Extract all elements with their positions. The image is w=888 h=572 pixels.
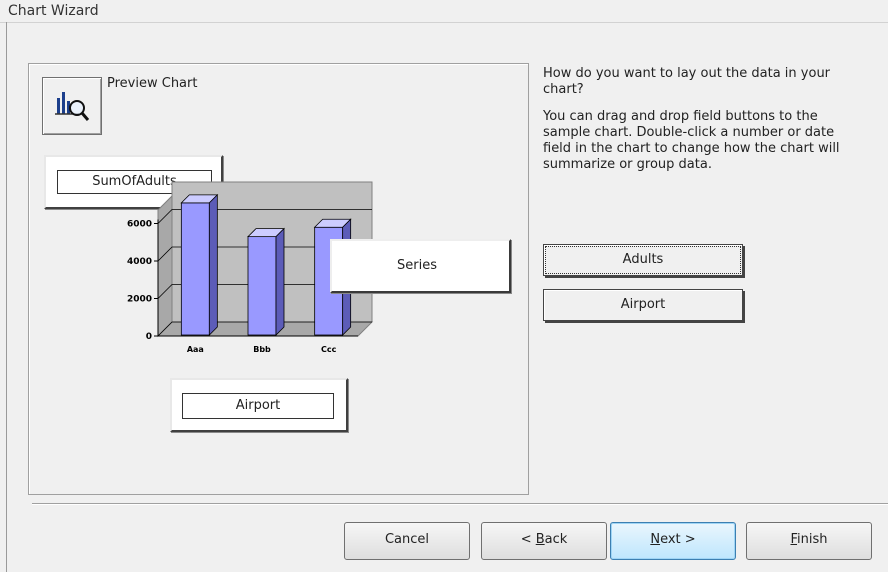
window-frame: [6, 22, 7, 572]
back-button-accesskey: B: [535, 532, 545, 547]
finish-button[interactable]: Finish: [746, 522, 872, 560]
field-button-label: Airport: [620, 297, 666, 312]
preview-chart-label: Preview Chart: [107, 76, 198, 91]
field-button-adults[interactable]: Adults: [543, 244, 743, 276]
instruction-help: You can drag and drop field buttons to t…: [543, 109, 840, 172]
chart-bar: [247, 236, 277, 336]
next-button[interactable]: Next >: [610, 522, 736, 560]
y-tick-label: 6000: [127, 220, 152, 230]
back-button-prefix: <: [520, 532, 536, 547]
instructions: How do you want to lay out the data in y…: [543, 66, 858, 184]
axis-field-button[interactable]: Airport: [182, 393, 334, 419]
x-category-label: Aaa: [187, 345, 204, 354]
chart-bar-side: [208, 193, 218, 336]
instruction-question: How do you want to lay out the data in y…: [543, 66, 831, 97]
separator: [32, 503, 888, 505]
y-tick-label: 2000: [127, 295, 152, 305]
cancel-button-label: Cancel: [384, 532, 430, 547]
series-field-label: Series: [397, 258, 437, 273]
chart-preview-icon: [55, 92, 90, 121]
y-tick-label: 0: [146, 332, 152, 342]
back-button-label: ack: [544, 532, 568, 547]
series-field-dropzone[interactable]: Series: [330, 239, 511, 293]
chart-bar: [180, 202, 210, 336]
axis-field-dropzone[interactable]: Airport: [170, 378, 348, 432]
chart-bar-side: [275, 227, 285, 336]
field-button-airport[interactable]: Airport: [543, 289, 743, 321]
preview-chart-button[interactable]: [42, 77, 102, 135]
title-bar: Chart Wizard: [0, 0, 888, 23]
field-button-label: Adults: [622, 252, 664, 267]
finish-button-label: inish: [797, 532, 828, 547]
window-title: Chart Wizard: [8, 3, 99, 19]
y-tick-label: 4000: [127, 257, 152, 267]
next-button-accesskey: N: [650, 532, 661, 547]
x-category-label: Bbb: [253, 345, 271, 354]
axis-field-label: Airport: [235, 398, 281, 413]
cancel-button[interactable]: Cancel: [344, 522, 470, 560]
back-button[interactable]: < Back: [481, 522, 607, 560]
next-button-label: ext >: [660, 532, 696, 547]
x-category-label: Ccc: [321, 345, 337, 354]
